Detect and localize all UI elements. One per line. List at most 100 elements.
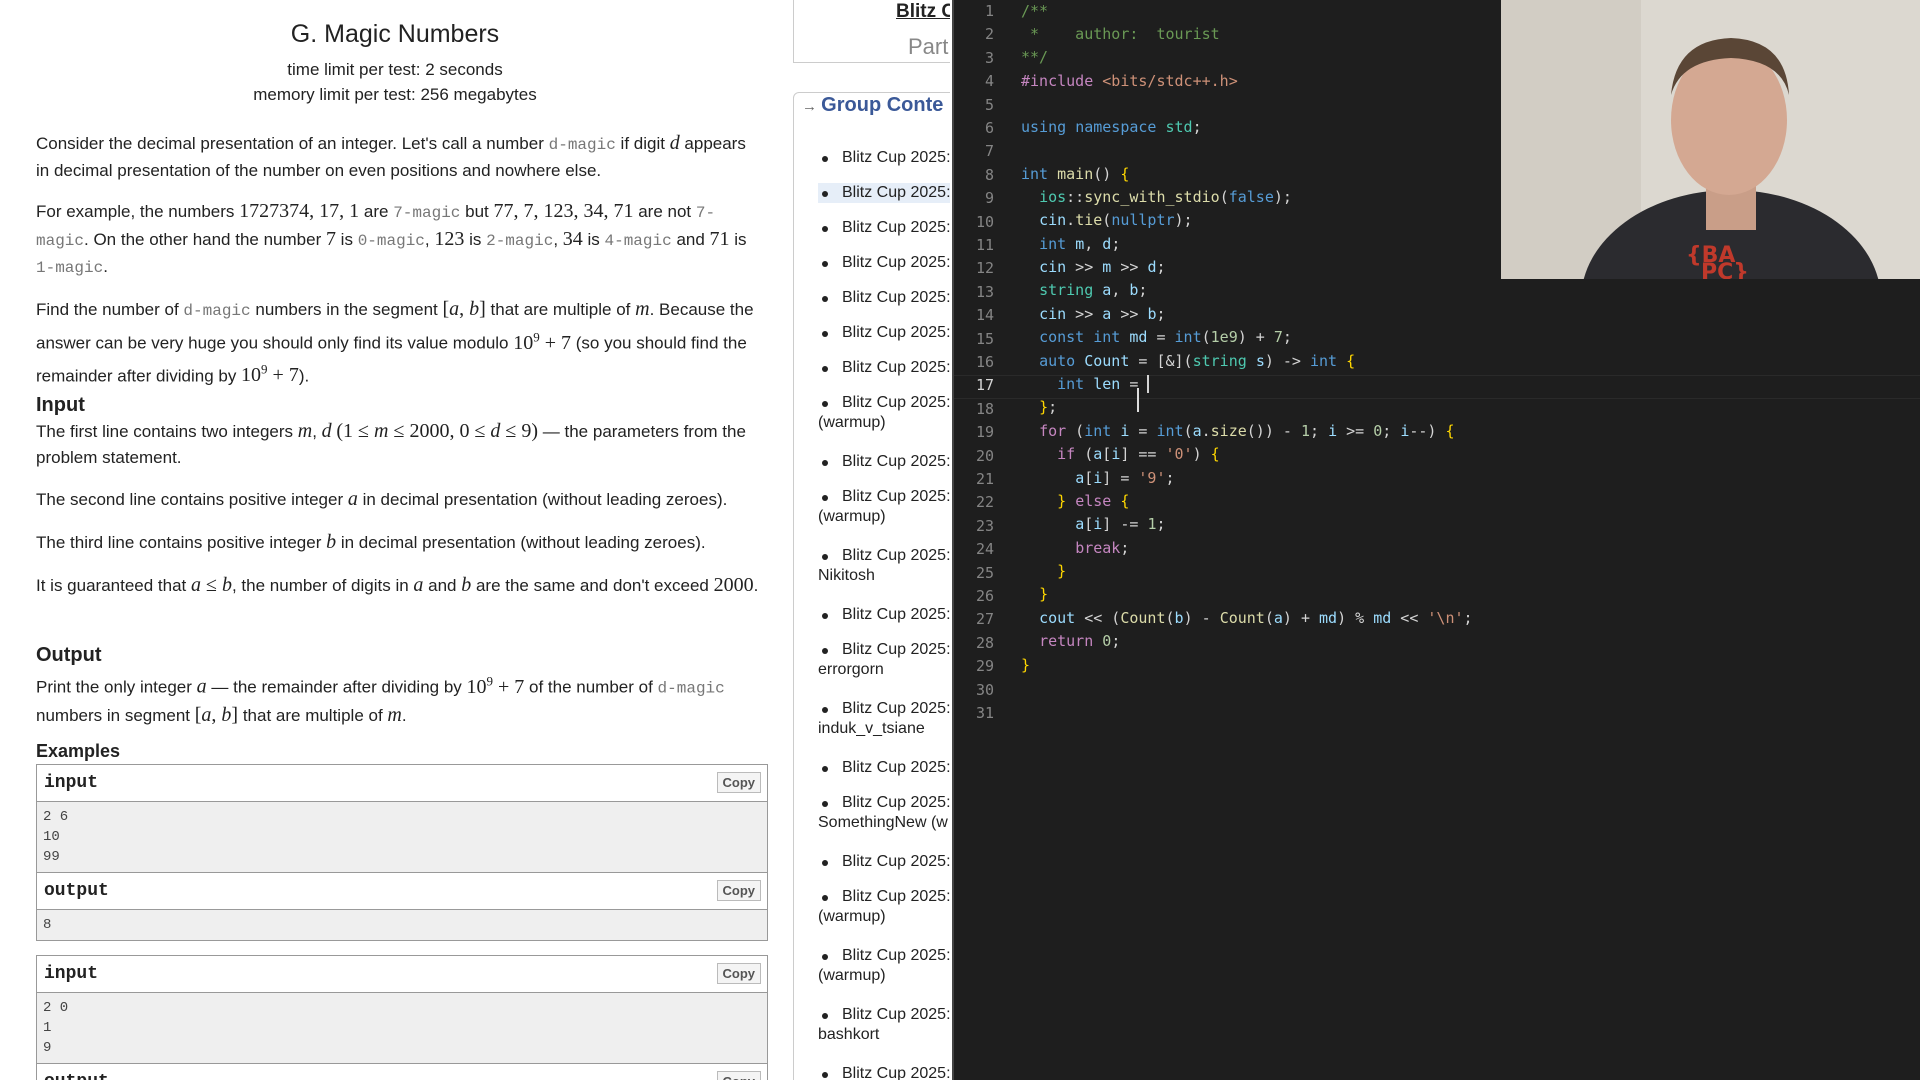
group-contest-link[interactable]: Blitz Cup 2025: [842,254,950,271]
group-contest-item[interactable]: Blitz Cup 2025: errorgorn [818,640,950,680]
group-contest-link[interactable]: Blitz Cup 2025: [842,759,950,776]
line-number: 10 [975,212,994,231]
group-contest-item[interactable]: Blitz Cup 2025: [818,218,950,238]
line-number: 11 [975,236,994,254]
line-number: 25 [975,563,994,582]
group-contest-item[interactable]: Blitz Cup 2025: SomethingNew (w [818,793,950,833]
group-contest-item[interactable]: Blitz Cup 2025: (warmup) [818,887,950,927]
group-contest-item[interactable]: Blitz Cup 2025: [818,358,950,378]
group-contest-sublabel: (warmup) [818,508,886,525]
group-contest-link[interactable]: Blitz Cup 2025: [842,184,950,201]
group-contest-link[interactable]: Blitz Cup 2025: [842,289,950,306]
example-output: 8 [37,910,767,940]
code-line: auto Count = [&](string s) -> int { [1039,352,1356,370]
examples-heading: Examples [36,741,121,761]
code-line: cin >> m >> d; [1039,258,1166,276]
code-line: using namespace std; [1021,118,1202,136]
code-line: } [1039,585,1049,603]
group-contest-item[interactable]: Blitz Cup 2025: [818,852,950,872]
group-contests-box [793,92,950,1080]
group-contest-link[interactable]: Blitz Cup 2025: [842,1065,950,1080]
group-contest-link[interactable]: Blitz Cup 2025: [842,700,950,717]
group-contest-item[interactable]: Blitz Cup 2025: (warmup) [818,487,950,527]
group-contest-link[interactable]: Blitz Cup 2025: [842,606,950,623]
group-contest-item[interactable]: Blitz Cup 2025: [818,323,950,343]
group-contest-link[interactable]: Blitz Cup 2025: [842,947,950,964]
copy-button[interactable]: Copy [716,880,761,901]
example-output-label: output [44,1072,109,1080]
group-contest-link[interactable]: Blitz Cup 2025: [842,324,950,341]
group-contest-link[interactable]: Blitz Cup 2025: [842,641,950,658]
input-line-3: The third line contains positive integer… [36,531,706,553]
group-contest-item[interactable]: Blitz Cup 2025: (warmup) [818,393,950,433]
code-line: }; [1039,398,1058,416]
mouse-ibeam-cursor [1137,388,1139,412]
line-number: 19 [975,423,994,442]
group-contest-link[interactable]: Blitz Cup 2025: [842,359,950,376]
group-contest-item[interactable]: Blitz Cup 2025: [818,452,950,472]
legend-paragraph-1: Consider the decimal presentation of an … [36,132,746,180]
example-1: input Copy 2 6 10 99 output Copy 8 [36,764,768,941]
code-line: } [1021,656,1031,674]
group-contest-link[interactable]: Blitz Cup 2025: [842,853,950,870]
copy-button[interactable]: Copy [716,963,761,984]
group-contest-link[interactable]: Blitz Cup 2025: [842,394,950,411]
line-number: 27 [975,610,994,629]
code-line: **/ [1021,48,1049,66]
group-contest-sublabel: errorgorn [818,661,884,678]
code-line: const int md = int(1e9) + 7; [1039,328,1292,346]
group-contest-item[interactable]: Blitz Cup 2025: [818,148,950,168]
group-contest-item[interactable]: Blitz Cup 2025: [818,605,950,625]
copy-button[interactable]: Copy [716,772,761,793]
code-line: for (int i = int(a.size()) - 1; i >= 0; … [1039,422,1455,440]
group-contest-item[interactable]: Blitz Cup 2025: [818,758,950,778]
group-contest-sublabel: Nikitosh [818,567,875,584]
line-number: 3 [984,48,994,67]
group-contest-item[interactable]: Blitz Cup 2025: bashkort [818,1005,950,1045]
group-contest-sublabel: bashkort [818,1026,880,1043]
line-number: 15 [975,329,994,348]
group-contest-item[interactable]: Blitz Cup 2025: [818,253,950,273]
line-number: 17 [975,376,994,395]
code-line: int m, d; [1039,235,1121,253]
group-contest-item[interactable]: Blitz Cup 2025: induk_v_tsiane [818,699,950,739]
group-contest-link[interactable]: Blitz Cup 2025: [842,547,950,564]
output-section: Output Print the only integer a — the re… [36,642,762,729]
line-number: 29 [975,657,994,676]
line-number: 9 [984,189,994,208]
group-contest-link[interactable]: Blitz Cup 2025: [842,149,950,166]
group-contest-item[interactable]: Blitz Cup 2025: [818,288,950,308]
group-contest-link[interactable]: Blitz Cup 2025: [842,1006,950,1023]
code-line: } [1057,562,1067,580]
example-output-label: output [44,881,109,901]
group-contest-item[interactable]: Blitz Cup 2025: (warmup) [818,946,950,986]
output-heading: Output [36,644,102,666]
example-input: 2 0 1 9 [37,993,767,1063]
line-number: 7 [984,142,994,161]
line-number: 13 [975,282,994,301]
group-contest-link[interactable]: Blitz Cup 2025: [842,888,950,905]
webcam-video-frame: {BA PC} [1501,0,1920,279]
input-guarantee: It is guaranteed that a ≤ b, the number … [36,574,759,596]
group-contest-link[interactable]: Blitz Cup 2025: [842,794,950,811]
copy-button[interactable]: Copy [716,1071,761,1080]
code-line: a[i] = '9'; [1075,469,1175,487]
group-contest-item[interactable]: Blitz Cup 2025: [818,1064,950,1080]
group-contest-sublabel: (warmup) [818,414,886,431]
line-number: 12 [975,259,994,278]
line-number: 8 [984,165,994,184]
group-contest-link[interactable]: Blitz Cup 2025: [842,453,950,470]
contest-title-link[interactable]: Blitz C [896,1,950,23]
group-contest-link[interactable]: Blitz Cup 2025: [842,488,950,505]
problem-title: G. Magic Numbers [290,20,500,48]
group-contest-link[interactable]: Blitz Cup 2025: [842,219,950,236]
line-number: 30 [975,680,994,699]
group-contest-item[interactable]: Blitz Cup 2025: Nikitosh [818,546,950,586]
group-contests-heading: → Group Conte [802,94,944,116]
code-line: cin.tie(nullptr); [1039,211,1193,229]
line-number: 20 [975,446,994,465]
line-number: 14 [975,306,994,325]
group-contest-item[interactable]: Blitz Cup 2025: [818,183,950,203]
code-line: break; [1075,539,1130,557]
code-line: a[i] -= 1; [1075,515,1166,533]
